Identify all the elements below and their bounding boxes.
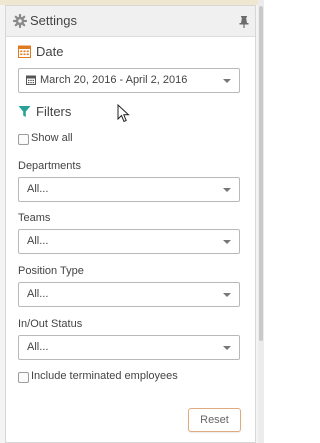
teams-label: Teams bbox=[18, 212, 51, 224]
reset-button[interactable]: Reset bbox=[188, 408, 241, 432]
position-type-label: Position Type bbox=[18, 265, 84, 277]
gear-icon bbox=[13, 14, 27, 28]
panel-title: Settings bbox=[30, 13, 77, 28]
settings-panel: Settings Date March 20, 2016 - April 2, … bbox=[5, 5, 256, 443]
scrollbar-thumb[interactable] bbox=[259, 6, 263, 341]
position-type-value: All... bbox=[27, 288, 49, 300]
in-out-status-value: All... bbox=[27, 341, 49, 353]
position-type-select[interactable]: All... bbox=[18, 282, 240, 307]
funnel-icon bbox=[18, 106, 31, 117]
filters-section-title: Filters bbox=[36, 104, 72, 119]
chevron-down-icon bbox=[223, 79, 231, 83]
in-out-status-select[interactable]: All... bbox=[18, 335, 240, 360]
date-section-title: Date bbox=[36, 44, 64, 59]
chevron-down-icon bbox=[223, 240, 231, 244]
show-all-checkbox[interactable] bbox=[18, 134, 29, 145]
chevron-down-icon bbox=[223, 188, 231, 192]
date-range-select[interactable]: March 20, 2016 - April 2, 2016 bbox=[18, 68, 240, 93]
in-out-status-label: In/Out Status bbox=[18, 318, 83, 330]
show-all-label: Show all bbox=[31, 132, 73, 144]
chevron-down-icon bbox=[223, 346, 231, 350]
include-terminated-label: Include terminated employees bbox=[31, 370, 178, 382]
pin-icon[interactable] bbox=[239, 16, 249, 28]
reset-button-label: Reset bbox=[200, 414, 229, 426]
departments-label: Departments bbox=[18, 160, 81, 172]
date-range-value: March 20, 2016 - April 2, 2016 bbox=[40, 74, 188, 86]
teams-value: All... bbox=[27, 235, 49, 247]
calendar-icon bbox=[18, 45, 31, 58]
departments-value: All... bbox=[27, 183, 49, 195]
teams-select[interactable]: All... bbox=[18, 229, 240, 254]
include-terminated-checkbox[interactable] bbox=[18, 372, 29, 383]
mouse-cursor-icon bbox=[117, 104, 130, 123]
departments-select[interactable]: All... bbox=[18, 177, 240, 202]
chevron-down-icon bbox=[223, 293, 231, 297]
calendar-small-icon bbox=[26, 75, 36, 85]
panel-header: Settings bbox=[6, 6, 255, 37]
